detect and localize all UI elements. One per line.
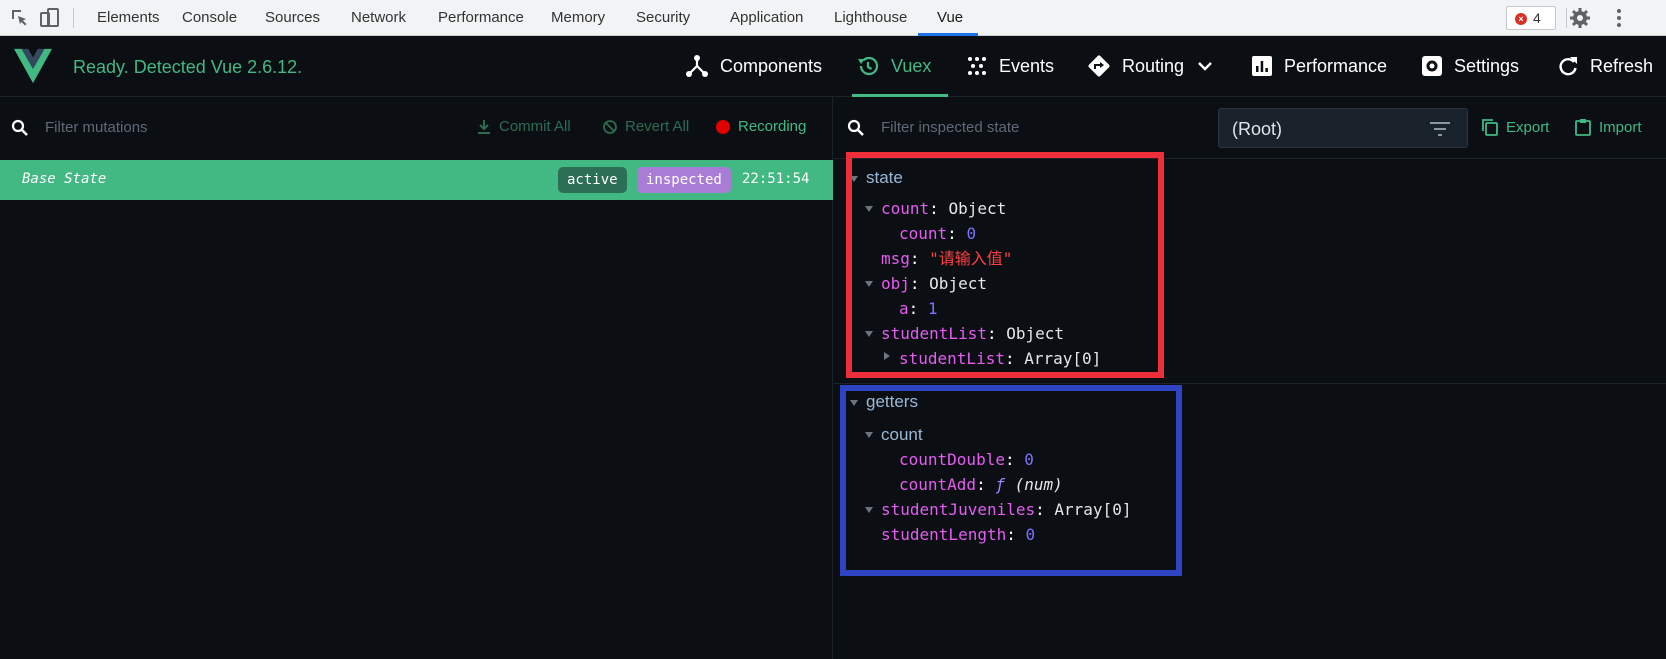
mutation-row-base-state[interactable]: Base State active inspected 22:51:54 (0, 160, 833, 200)
settings-gear-icon (1422, 56, 1442, 76)
nav-routing[interactable]: Routing (1087, 36, 1214, 96)
nav-refresh-label: Refresh (1590, 55, 1654, 76)
device-toolbar-icon[interactable] (38, 6, 62, 30)
nav-components-label: Components (720, 55, 823, 76)
refresh-icon (1559, 57, 1577, 76)
settings-gear-icon[interactable] (1568, 6, 1592, 30)
module-select[interactable]: (Root) (1218, 108, 1468, 148)
mutations-toolbar: Filter mutations Commit All Revert All R… (0, 97, 833, 159)
block-icon (603, 119, 617, 134)
inspector-toolbar: Filter inspected state (Root) Export Imp… (834, 97, 1666, 159)
export-button[interactable]: Export (1481, 118, 1549, 136)
vue-detected-status: Ready. Detected Vue 2.6.12. (73, 57, 303, 77)
error-icon: × (1515, 13, 1527, 25)
filter-list-icon (1430, 122, 1450, 136)
devtools-tab-bar: Elements Console Sources Network Perform… (0, 0, 1666, 36)
nav-performance[interactable]: Performance (1251, 36, 1387, 96)
module-select-value: (Root) (1232, 119, 1283, 139)
filter-state-input[interactable]: Filter inspected state (881, 119, 1019, 136)
record-dot-icon (716, 119, 730, 134)
active-badge: active (558, 167, 627, 193)
revert-all-label: Revert All (625, 118, 690, 135)
import-button[interactable]: Import (1574, 118, 1642, 136)
export-label: Export (1506, 118, 1550, 136)
vue-logo-icon (14, 48, 52, 84)
tab-security[interactable]: Security (636, 0, 690, 36)
filter-mutations-input[interactable]: Filter mutations (45, 119, 148, 136)
mutations-pane: Filter mutations Commit All Revert All R… (0, 97, 833, 659)
state-highlight-box (846, 152, 1164, 378)
nav-settings[interactable]: Settings (1421, 36, 1519, 96)
toolbar-divider (73, 8, 74, 28)
bar-chart-icon (1252, 56, 1272, 76)
search-icon (11, 119, 28, 136)
components-icon (686, 55, 708, 77)
chevron-down-icon (1198, 62, 1212, 71)
nav-events-label: Events (999, 55, 1055, 76)
routing-sign-icon (1088, 55, 1110, 77)
history-icon (858, 56, 879, 76)
revert-all-button[interactable]: Revert All (602, 118, 689, 135)
tab-elements[interactable]: Elements (97, 0, 160, 36)
tab-sources[interactable]: Sources (265, 0, 320, 36)
recording-label: Recording (738, 118, 807, 135)
nav-components[interactable]: Components (685, 36, 822, 96)
tab-lighthouse[interactable]: Lighthouse (834, 0, 907, 36)
getters-highlight-box (840, 385, 1182, 576)
vue-devtools-header: Ready. Detected Vue 2.6.12. Components V… (0, 36, 1666, 97)
tab-vue[interactable]: Vue (937, 0, 963, 36)
more-options-icon[interactable] (1607, 6, 1631, 30)
tab-application[interactable]: Application (730, 0, 803, 36)
download-icon (478, 119, 490, 134)
nav-events[interactable]: Events (966, 36, 1054, 96)
tab-memory[interactable]: Memory (551, 0, 605, 36)
commit-all-button[interactable]: Commit All (476, 118, 571, 135)
tab-performance[interactable]: Performance (438, 0, 524, 36)
copy-icon (1482, 119, 1498, 136)
clipboard-icon (1575, 119, 1591, 136)
tab-console[interactable]: Console (182, 0, 237, 36)
nav-settings-label: Settings (1454, 55, 1520, 76)
events-dots-icon (968, 57, 986, 75)
nav-routing-label: Routing (1122, 55, 1185, 76)
commit-all-label: Commit All (499, 118, 571, 135)
error-count-badge[interactable]: × 4 (1506, 6, 1556, 30)
mutation-name: Base State (22, 171, 107, 187)
inspect-element-icon[interactable] (8, 6, 32, 30)
inspected-badge: inspected (637, 167, 731, 193)
nav-refresh[interactable]: Refresh (1557, 36, 1653, 96)
nav-performance-label: Performance (1284, 55, 1388, 76)
nav-vuex[interactable]: Vuex (856, 36, 931, 96)
recording-toggle[interactable]: Recording (716, 118, 806, 135)
nav-vuex-label: Vuex (891, 55, 932, 76)
import-label: Import (1599, 118, 1642, 136)
search-icon (847, 119, 864, 136)
error-count: 4 (1533, 10, 1541, 26)
toolbar-divider (1566, 8, 1567, 28)
tab-network[interactable]: Network (351, 0, 406, 36)
mutation-timestamp: 22:51:54 (742, 171, 810, 187)
